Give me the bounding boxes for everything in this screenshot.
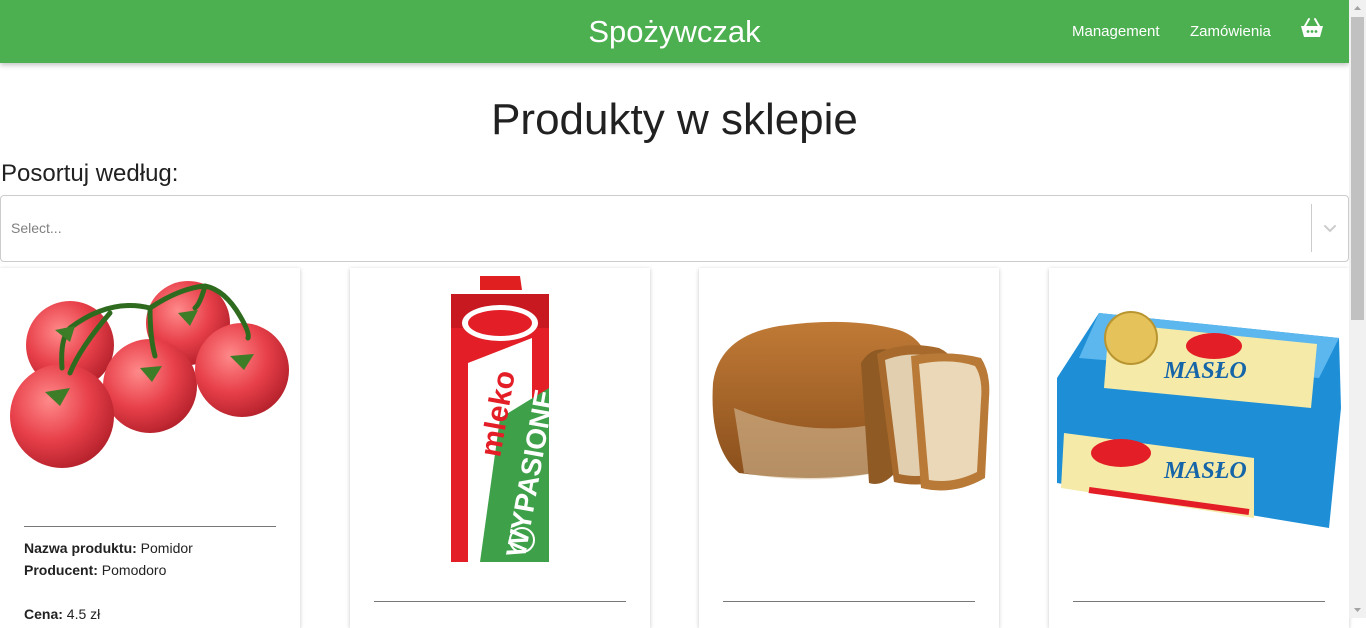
- product-producer-label: Producent:: [24, 562, 98, 578]
- vertical-scrollbar[interactable]: [1349, 0, 1366, 618]
- milk-carton-image: mleko WYPASIONE: [451, 276, 560, 562]
- top-navbar: Spożywczak Management Zamówienia: [0, 0, 1349, 63]
- nav-link-orders[interactable]: Zamówienia: [1190, 22, 1271, 42]
- product-price-row: Cena: 4.5 zł: [24, 603, 100, 625]
- product-name-row: Nazwa produktu: Pomidor: [24, 537, 193, 559]
- butter-image: MASŁO MASŁO: [1057, 311, 1341, 528]
- sort-label: Posortuj według:: [1, 160, 179, 187]
- tomatoes-image: [10, 281, 289, 468]
- product-producer-row: Producent: Pomodoro: [24, 559, 166, 581]
- product-card[interactable]: mleko WYPASIONE: [350, 268, 650, 628]
- product-producer-value: Pomodoro: [101, 562, 167, 578]
- sort-select[interactable]: Select...: [0, 195, 1349, 262]
- select-separator: [1311, 204, 1312, 252]
- nav-link-management[interactable]: Management: [1072, 22, 1160, 42]
- sort-select-placeholder: Select...: [11, 220, 62, 236]
- product-name-label: Nazwa produktu:: [24, 540, 137, 556]
- product-card[interactable]: [699, 268, 999, 628]
- card-divider: [723, 601, 975, 602]
- product-price-value: 4.5 zł: [66, 606, 101, 622]
- chevron-down-icon[interactable]: [1322, 220, 1338, 236]
- bread-image: [712, 321, 990, 491]
- product-price-label: Cena:: [24, 606, 63, 622]
- scrollbar-thumb[interactable]: [1351, 17, 1364, 320]
- card-divider: [374, 601, 626, 602]
- scroll-down-arrow-icon[interactable]: [1349, 601, 1366, 618]
- page-title: Produkty w sklepie: [491, 95, 858, 144]
- scroll-up-arrow-icon[interactable]: [1349, 0, 1366, 17]
- card-divider: [24, 526, 276, 527]
- svg-text:MASŁO: MASŁO: [1163, 358, 1247, 384]
- card-divider: [1073, 601, 1325, 602]
- product-name-value: Pomidor: [140, 540, 193, 556]
- product-card[interactable]: Nazwa produktu: Pomidor Producent: Pomod…: [0, 268, 300, 628]
- product-card[interactable]: MASŁO MASŁO: [1049, 268, 1349, 628]
- basket-icon[interactable]: [1300, 17, 1324, 39]
- svg-text:MASŁO: MASŁO: [1163, 458, 1247, 484]
